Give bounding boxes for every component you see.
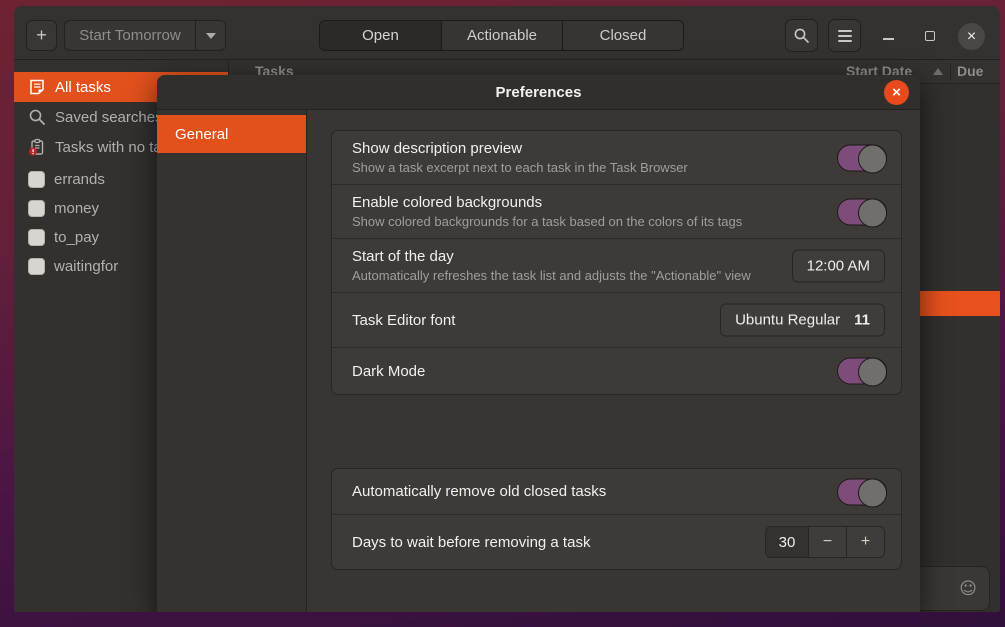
tag-color-swatch [28,171,45,188]
clean-up-settings-group: Automatically remove old closed tasks Da… [331,468,902,570]
tag-color-swatch [28,229,45,246]
nav-item-general[interactable]: General [157,115,306,153]
row-title: Dark Mode [352,363,901,380]
chevron-down-icon [206,33,216,39]
row-title: Enable colored backgrounds [352,194,901,211]
column-divider [950,63,951,80]
window-close-button[interactable]: × [958,23,985,50]
maximize-button[interactable] [915,20,945,51]
start-tomorrow-button[interactable]: Start Tomorrow [64,20,196,51]
maximize-icon [925,31,935,41]
show-description-preview-switch[interactable] [837,144,887,171]
increment-button[interactable]: + [846,527,884,557]
font-chooser-button[interactable]: Ubuntu Regular 11 [720,304,885,337]
row-subtitle: Show a task excerpt next to each task in… [352,160,901,175]
search-icon [793,27,810,44]
primary-menu-button[interactable] [828,19,861,52]
start-tomorrow-splitbutton: Start Tomorrow [64,20,226,51]
no-tags-clipboard-icon [28,138,46,156]
auto-remove-closed-switch[interactable] [837,478,887,505]
days-spinbutton: 30 − + [765,526,885,558]
colored-backgrounds-switch[interactable] [837,198,887,225]
minimize-icon [883,38,894,40]
font-name: Ubuntu Regular [735,312,840,329]
days-value[interactable]: 30 [766,527,808,557]
close-icon: × [892,84,901,101]
row-enable-colored-backgrounds: Enable colored backgrounds Show colored … [332,184,901,238]
sidebar-item-label: Saved searches [55,109,163,126]
start-of-day-time-button[interactable]: 12:00 AM [792,249,885,282]
tab-closed[interactable]: Closed [562,21,683,50]
saved-searches-icon [28,108,46,126]
dialog-titlebar: Preferences × [157,75,920,110]
emoji-picker-icon[interactable]: ☺ [959,579,977,599]
dialog-content: Show description preview Show a task exc… [308,110,920,612]
general-settings-group: Show description preview Show a task exc… [331,130,902,395]
search-button[interactable] [785,19,818,52]
view-switcher: Open Actionable Closed [319,20,684,51]
tab-actionable[interactable]: Actionable [441,21,562,50]
row-subtitle: Show colored backgrounds for a task base… [352,214,901,229]
new-task-button[interactable]: + [26,20,57,51]
close-icon: × [967,28,976,46]
dialog-title: Preferences [496,84,582,101]
row-start-of-day: Start of the day Automatically refreshes… [332,238,901,292]
sidebar-item-label: errands [54,171,105,188]
row-title: Show description preview [352,140,901,157]
preferences-dialog: Preferences × General Show description p… [157,75,920,612]
row-auto-remove-closed: Automatically remove old closed tasks [332,469,901,514]
sidebar-item-label: All tasks [55,79,111,96]
gtg-main-window: + Start Tomorrow Open Actionable Closed [14,6,1000,612]
sort-ascending-icon [933,68,943,75]
sidebar-item-label: waitingfor [54,258,118,275]
row-dark-mode: Dark Mode [332,347,901,394]
row-title: Automatically remove old closed tasks [352,483,901,500]
all-tasks-icon [28,78,46,96]
sidebar-item-label: to_pay [54,229,99,246]
column-due[interactable]: Due [957,63,983,79]
font-size: 11 [854,312,870,329]
tag-color-swatch [28,258,45,275]
sidebar-item-label: money [54,200,99,217]
hamburger-icon [838,30,852,42]
tab-open[interactable]: Open [320,21,441,50]
minimize-button[interactable] [873,20,903,51]
tag-color-swatch [28,200,45,217]
start-tomorrow-dropdown[interactable] [196,20,226,51]
headerbar: + Start Tomorrow Open Actionable Closed [14,6,1000,60]
decrement-button[interactable]: − [808,527,846,557]
row-show-description-preview: Show description preview Show a task exc… [332,131,901,184]
row-task-editor-font: Task Editor font Ubuntu Regular 11 [332,292,901,347]
dialog-nav-panel: General [157,110,307,612]
dark-mode-switch[interactable] [837,358,887,385]
dialog-close-button[interactable]: × [884,80,909,105]
row-days-to-wait: Days to wait before removing a task 30 −… [332,514,901,569]
